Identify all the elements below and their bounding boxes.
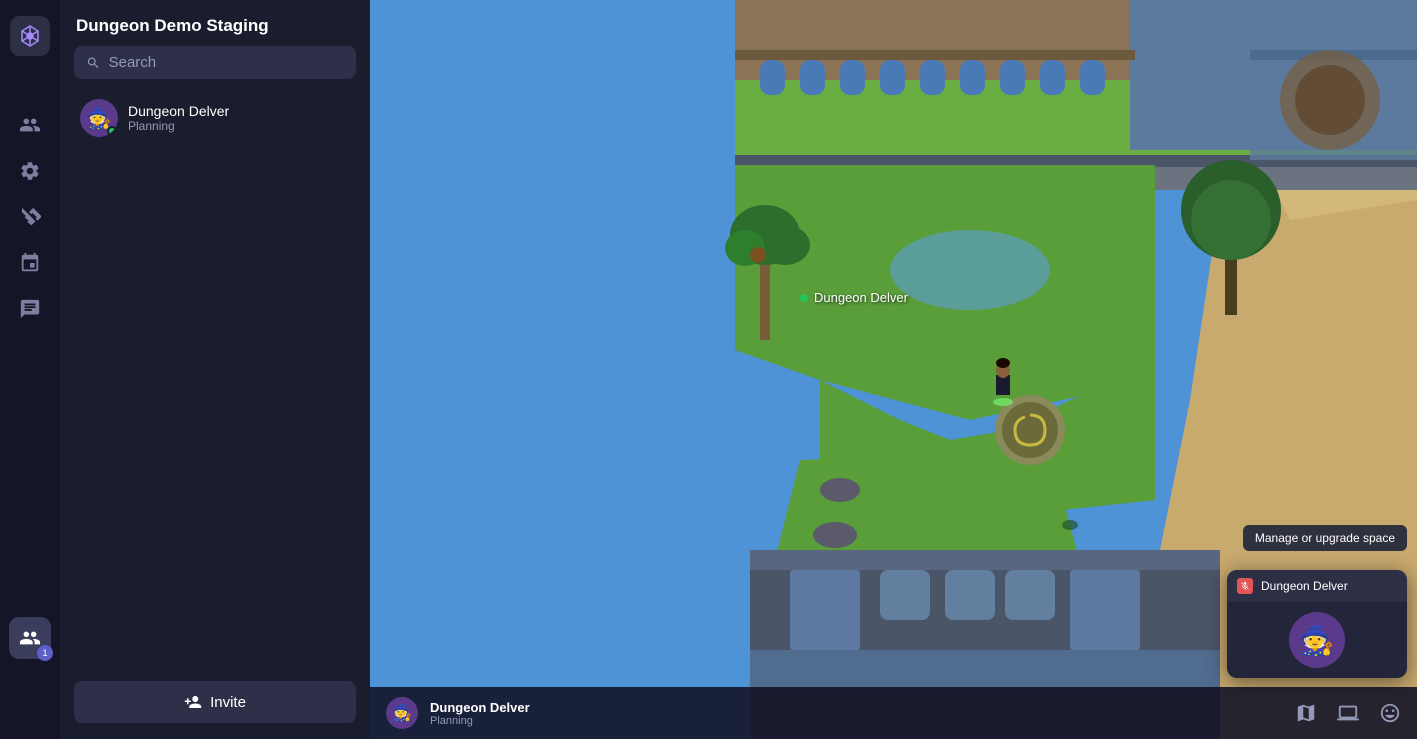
hud-user-info: Dungeon Delver Planning <box>430 700 1283 727</box>
manage-space-tooltip: Manage or upgrade space <box>1243 525 1407 551</box>
sidebar-header: Dungeon Demo Staging <box>60 0 370 46</box>
hud-screen-button[interactable] <box>1337 702 1359 724</box>
app-title: Dungeon Demo Staging <box>76 16 269 36</box>
hud-avatar: 🧙 <box>386 697 418 729</box>
game-area[interactable]: Dungeon Delver Manage or upgrade space D… <box>370 0 1417 739</box>
video-panel-header: Dungeon Delver <box>1227 570 1407 602</box>
hud-user-status: Planning <box>430 715 1283 727</box>
sidebar-item-calendar[interactable] <box>9 242 51 284</box>
sidebar-item-chat[interactable] <box>9 288 51 330</box>
mic-muted-icon <box>1237 578 1253 594</box>
sidebar-item-people[interactable] <box>9 104 51 146</box>
video-user-name: Dungeon Delver <box>1261 579 1348 593</box>
space-status: Planning <box>128 119 229 133</box>
add-person-icon <box>184 693 202 711</box>
hud-user-name: Dungeon Delver <box>430 700 1283 715</box>
map-icon <box>1295 702 1317 724</box>
space-avatar: 🧙 <box>80 99 118 137</box>
emoji-icon <box>1379 702 1401 724</box>
hud-actions <box>1295 702 1401 724</box>
space-name: Dungeon Delver <box>128 103 229 119</box>
video-avatar-area: 🧙 <box>1227 602 1407 678</box>
hud-emoji-button[interactable] <box>1379 702 1401 724</box>
search-input[interactable] <box>109 54 344 71</box>
search-icon <box>86 55 101 71</box>
sidebar-item-tools[interactable] <box>9 196 51 238</box>
app-logo[interactable] <box>10 16 50 56</box>
player-name: Dungeon Delver <box>814 290 908 305</box>
members-badge: 1 <box>37 645 53 661</box>
video-call-panel: Dungeon Delver 🧙 <box>1227 570 1407 678</box>
space-item-dungeon-delver[interactable]: 🧙 Dungeon Delver Planning <box>66 91 364 145</box>
video-avatar: 🧙 <box>1289 612 1345 668</box>
player-tooltip: Dungeon Delver <box>800 290 908 305</box>
sidebar-item-settings[interactable] <box>9 150 51 192</box>
hud-map-button[interactable] <box>1295 702 1317 724</box>
invite-button[interactable]: Invite <box>74 681 356 723</box>
search-bar[interactable] <box>74 46 356 79</box>
hud-bar: 🧙 Dungeon Delver Planning <box>370 687 1417 739</box>
manage-tooltip-text: Manage or upgrade space <box>1255 531 1395 545</box>
invite-label: Invite <box>210 694 246 711</box>
sidebar-item-members[interactable]: 1 <box>9 617 51 659</box>
player-online-dot <box>800 294 808 302</box>
screen-icon <box>1337 702 1359 724</box>
online-indicator <box>107 126 117 136</box>
space-info: Dungeon Delver Planning <box>128 103 229 133</box>
